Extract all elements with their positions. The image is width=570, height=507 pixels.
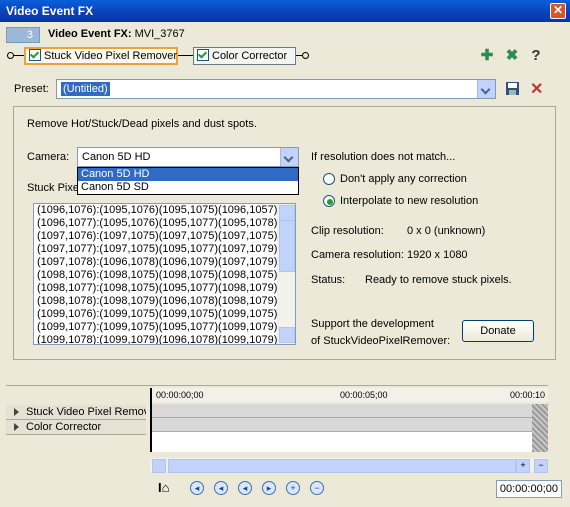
ruler-tick-label: 00:00:10 [510,390,546,400]
support-line: of StuckVideoPixelRemover: [311,335,451,347]
support-line: Support the development [311,318,434,330]
add-plugin-icon[interactable]: ✚ [478,48,496,64]
preset-label: Preset: [14,83,49,95]
clip-resolution-value: 0 x 0 (unknown) [407,225,486,237]
chevron-down-icon[interactable] [280,148,298,166]
donate-button[interactable]: Donate [462,320,534,342]
prev-keyframe-icon[interactable]: ◂ [214,481,228,495]
current-time-field[interactable]: 00:00:00;00 [496,480,562,498]
resolution-heading: If resolution does not match... [311,151,456,163]
fx-badge: 3 [6,27,40,43]
interpolate-label[interactable]: Interpolate to new resolution [340,195,478,207]
list-item: (1099,1078):(1099,1079)(1096,1078)(1099,… [37,334,278,345]
camera-resolution-label: Camera resolution: [311,249,404,261]
camera-options-list: Canon 5D HD Canon 5D SD [77,167,299,195]
plugin-enable-checkbox[interactable] [197,49,209,61]
list-item: (1098,1077):(1098,1075)(1095,1077)(1098,… [37,282,278,294]
list-item: (1098,1078):(1098,1079)(1096,1078)(1098,… [37,295,278,307]
ruler-tick-label: 00:00:00;00 [156,390,204,400]
clip-resolution-label: Clip resolution: [311,225,384,237]
scroll-up-icon[interactable] [279,205,295,221]
delete-preset-icon[interactable]: ✕ [530,79,543,99]
plugin-label: Stuck Video Pixel Remover [44,50,178,62]
header-label: Video Event FX: [48,28,132,40]
zoom-out-icon[interactable]: − [534,459,548,473]
no-correction-radio[interactable] [323,173,335,185]
window-title: Video Event FX [6,4,94,18]
add-keyframe-icon[interactable]: + [286,481,300,495]
vertical-scrollbar[interactable] [277,204,295,344]
list-item: (1098,1076):(1098,1075)(1098,1075)(1098,… [37,269,278,281]
timeline-ruler[interactable]: 00:00:00;00 00:00:05;00 00:00:10 [150,388,548,402]
ruler-tick-label: 00:00:05;00 [340,390,388,400]
scroll-down-icon[interactable] [279,327,295,343]
horizontal-scrollbar[interactable]: + − [150,458,548,473]
status-value: Ready to remove stuck pixels. [365,274,512,286]
list-item: (1097,1077):(1097,1075)(1095,1077)(1097,… [37,243,278,255]
plugin-label: Color Corrector [212,50,288,62]
list-item: (1099,1077):(1099,1075)(1095,1077)(1099,… [37,321,278,333]
list-item: (1097,1078):(1096,1078)(1096,1079)(1097,… [37,256,278,268]
chain-start-node [7,52,14,59]
list-item: (1096,1076):(1095,1076)(1095,1075)(1096,… [37,204,278,216]
track-list: Stuck Video Pixel Remov Color Corrector [6,405,146,435]
plugin-color-corrector[interactable]: Color Corrector [193,47,296,65]
help-icon[interactable]: ? [527,48,545,64]
close-button[interactable]: ✕ [550,3,566,19]
plugin-description: Remove Hot/Stuck/Dead pixels and dust sp… [27,118,257,130]
prev-frame-icon[interactable]: ◂ [238,481,252,495]
status-label: Status: [311,274,346,286]
stuck-pixels-list[interactable]: (1096,1076):(1095,1076)(1095,1075)(1096,… [33,203,296,345]
next-keyframe-icon[interactable]: ▸ [262,481,276,495]
stuck-pixels-label: Stuck Pixe [27,182,79,194]
first-keyframe-icon[interactable]: ◂ [190,481,204,495]
timeline-lane [151,418,532,432]
track-stuck-pixel-remover[interactable]: Stuck Video Pixel Remov [6,405,146,420]
scroll-left-icon[interactable] [152,459,166,473]
timeline-area[interactable] [150,404,532,452]
camera-dropdown[interactable]: Canon 5D HD [77,147,299,167]
camera-option[interactable]: Canon 5D HD [78,168,298,181]
no-correction-label[interactable]: Don't apply any correction [340,173,467,185]
chevron-down-icon[interactable] [477,80,495,98]
plugin-enable-checkbox[interactable] [29,49,41,61]
save-preset-icon[interactable] [505,81,520,96]
camera-option[interactable]: Canon 5D SD [78,181,298,194]
list-item: (1099,1076):(1099,1075)(1099,1075)(1099,… [37,308,278,320]
timeline-end-region [532,404,548,452]
camera-resolution-value: 1920 x 1080 [407,249,468,261]
list-item: (1096,1077):(1095,1076)(1095,1077)(1095,… [37,217,278,229]
chain-end-node [302,52,309,59]
plugin-stuck-pixel-remover[interactable]: Stuck Video Pixel Remover [24,47,178,65]
scroll-thumb[interactable] [279,220,295,272]
header-title: Video Event FX: MVI_3767 [48,28,185,40]
remove-keyframe-icon[interactable]: − [310,481,324,495]
remove-plugin-icon[interactable]: ✖ [503,48,521,64]
track-color-corrector[interactable]: Color Corrector [6,420,146,435]
sync-cursor-icon[interactable]: I⌂ [158,480,176,496]
timeline-divider [6,385,548,386]
camera-label: Camera: [27,151,70,163]
timeline-lane [151,404,532,418]
clip-name: MVI_3767 [134,28,185,40]
preset-value: (Untitled) [61,82,110,96]
support-text: Support the development of StuckVideoPix… [311,316,450,350]
playhead[interactable] [150,388,152,452]
camera-value: Canon 5D HD [82,151,151,163]
preset-dropdown[interactable]: (Untitled) [56,79,496,99]
title-bar: Video Event FX ✕ [0,0,570,22]
scroll-thumb[interactable] [168,459,516,473]
list-item: (1097,1076):(1097,1075)(1097,1075)(1097,… [37,230,278,242]
interpolate-radio[interactable] [323,195,335,207]
zoom-in-icon[interactable]: + [516,459,530,473]
